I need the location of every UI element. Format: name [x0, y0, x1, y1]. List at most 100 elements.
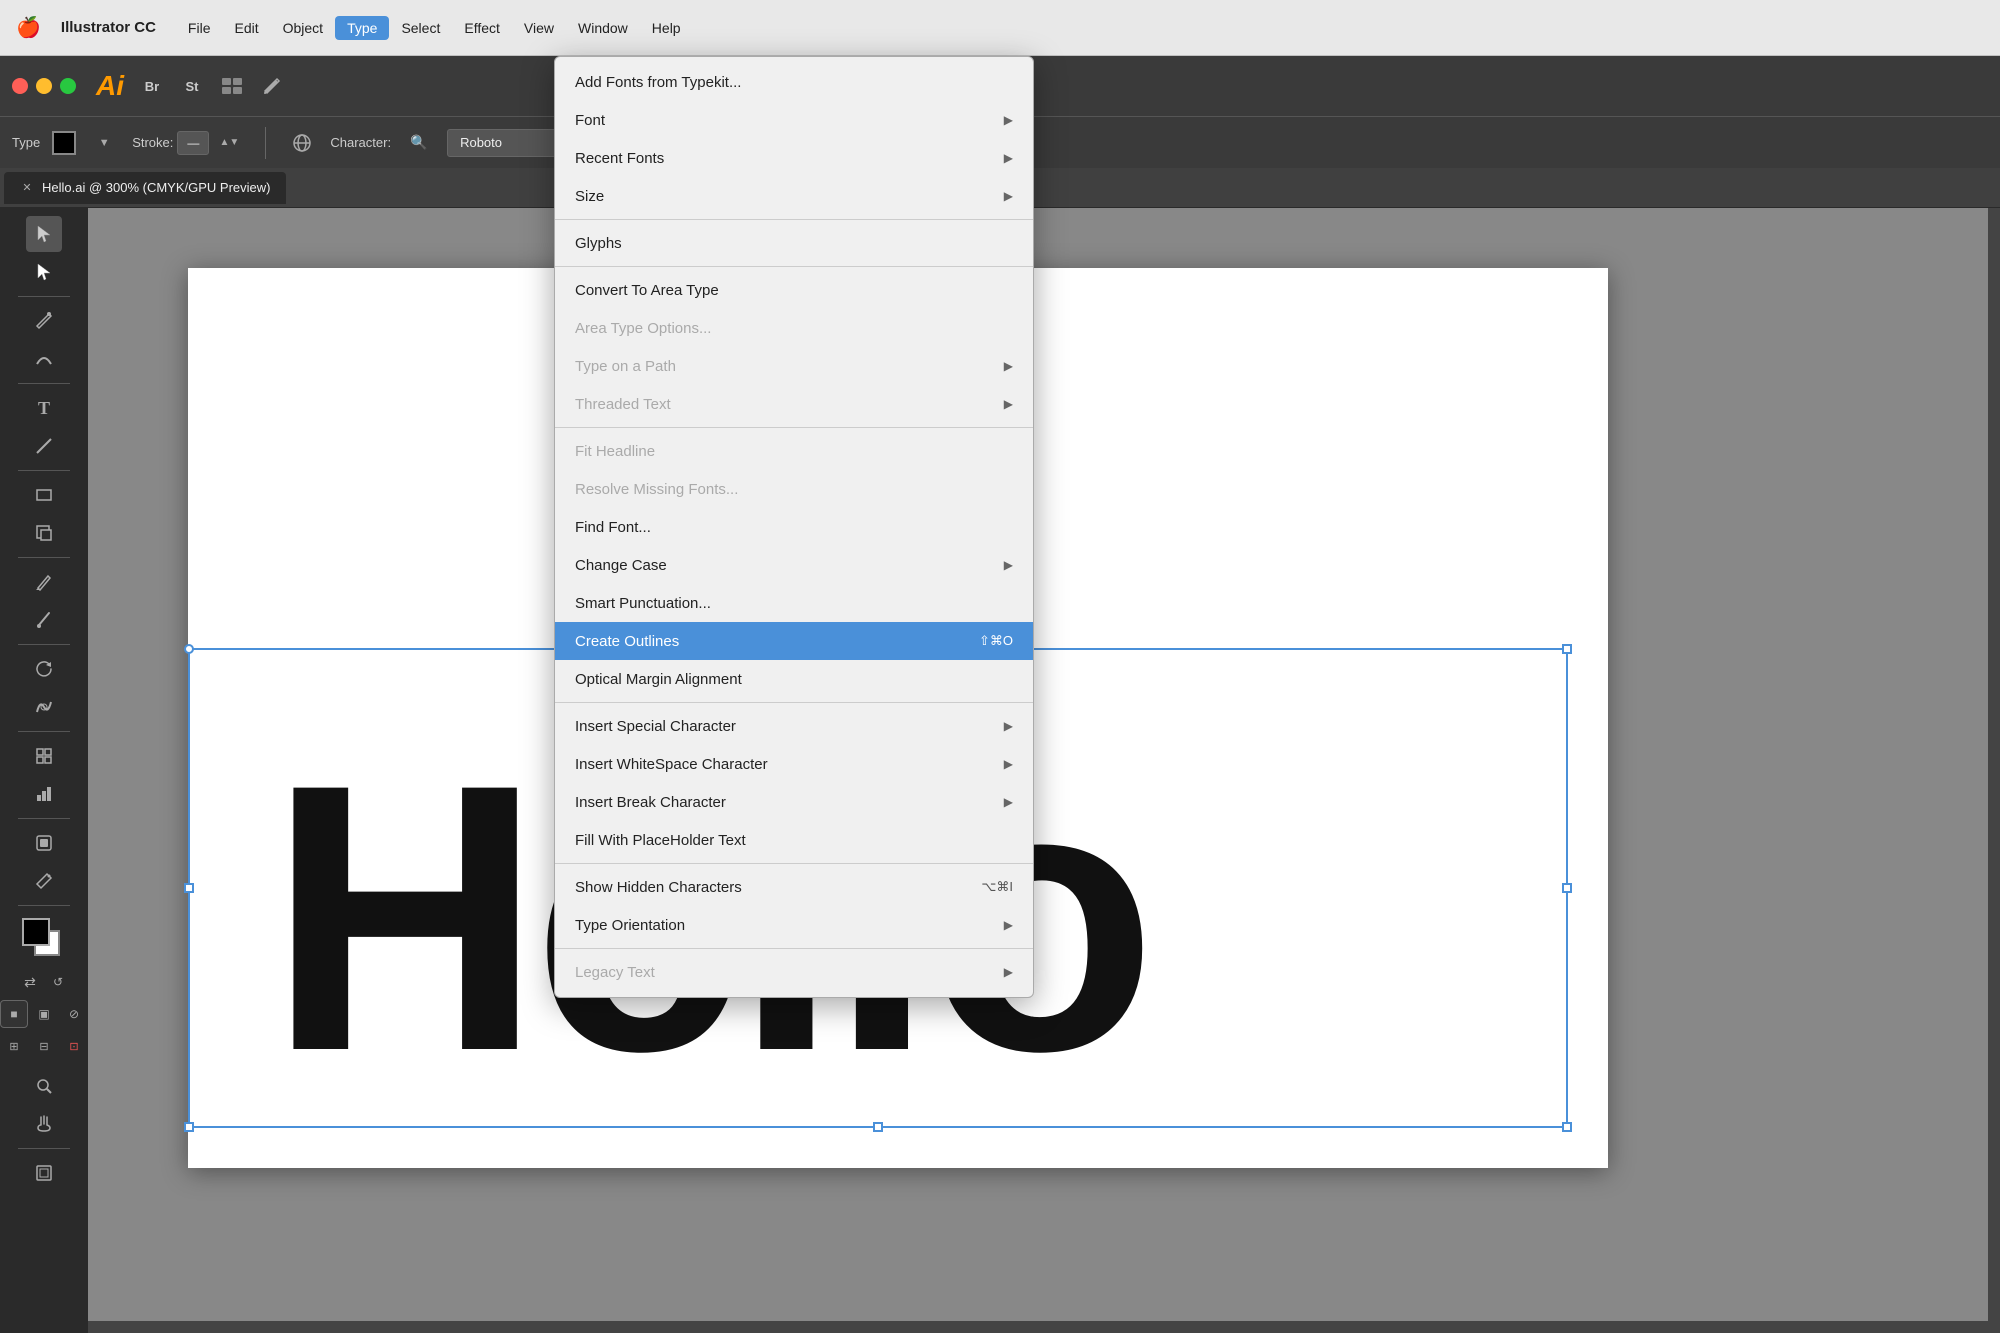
- bridge-button[interactable]: Br: [136, 70, 168, 102]
- artboards-button[interactable]: [26, 1155, 62, 1191]
- menu-item-convert-area[interactable]: Convert To Area Type: [555, 271, 1033, 309]
- maximize-button[interactable]: [60, 78, 76, 94]
- type-tool[interactable]: T: [26, 390, 62, 426]
- pencil-button[interactable]: [256, 70, 288, 102]
- menu-item-label-type-orientation: Type Orientation: [575, 917, 685, 934]
- menubar-file[interactable]: File: [176, 16, 223, 40]
- zoom-tool[interactable]: [26, 1068, 62, 1104]
- handle-bottom-left[interactable]: [184, 1122, 194, 1132]
- fill-options-button[interactable]: ▼: [88, 127, 120, 159]
- menu-item-fill-placeholder[interactable]: Fill With PlaceHolder Text: [555, 821, 1033, 859]
- horizontal-scrollbar[interactable]: [88, 1321, 1988, 1333]
- foreground-color-swatch[interactable]: [22, 918, 50, 946]
- pencil-tool[interactable]: [26, 564, 62, 600]
- brush-tool[interactable]: [26, 602, 62, 638]
- menu-arrow-insert-break: ▶: [1004, 795, 1013, 809]
- direct-select-tool[interactable]: [26, 254, 62, 290]
- menu-item-show-hidden[interactable]: Show Hidden Characters⌥⌘I: [555, 868, 1033, 906]
- reset-colors-button[interactable]: ↺: [46, 970, 70, 994]
- none-mode-button[interactable]: ⊘: [60, 1000, 88, 1028]
- menu-item-add-fonts[interactable]: Add Fonts from Typekit...: [555, 63, 1033, 101]
- menubar-effect[interactable]: Effect: [452, 16, 512, 40]
- menu-item-create-outlines[interactable]: Create Outlines⇧⌘O: [555, 622, 1033, 660]
- document-tab[interactable]: ✕ Hello.ai @ 300% (CMYK/GPU Preview): [4, 172, 286, 204]
- arrange-button[interactable]: [216, 70, 248, 102]
- stroke-up-button[interactable]: ▲▼: [213, 127, 245, 159]
- menu-item-insert-special[interactable]: Insert Special Character▶: [555, 707, 1033, 745]
- swap-colors-button[interactable]: ⇄: [18, 970, 42, 994]
- menu-item-font[interactable]: Font▶: [555, 101, 1033, 139]
- shape-tool-2[interactable]: [26, 515, 62, 551]
- color-tools: [18, 916, 70, 964]
- menu-item-glyphs[interactable]: Glyphs: [555, 224, 1033, 262]
- view-mode-1[interactable]: ⊞: [0, 1034, 28, 1058]
- handle-top-left[interactable]: [184, 644, 194, 654]
- handle-middle-right[interactable]: [1562, 883, 1572, 893]
- menu-item-recent-fonts[interactable]: Recent Fonts▶: [555, 139, 1033, 177]
- menu-separator: [555, 702, 1033, 703]
- search-icon-button[interactable]: 🔍: [403, 127, 435, 159]
- pen-tool[interactable]: [26, 303, 62, 339]
- menu-item-change-case[interactable]: Change Case▶: [555, 546, 1033, 584]
- grid-tool[interactable]: [26, 738, 62, 774]
- color-mode-buttons: ⇄ ↺: [18, 970, 70, 994]
- menu-item-type-orientation[interactable]: Type Orientation▶: [555, 906, 1033, 944]
- menubar-edit[interactable]: Edit: [222, 16, 270, 40]
- menu-item-insert-break[interactable]: Insert Break Character ▶: [555, 783, 1033, 821]
- hand-tool[interactable]: [26, 1106, 62, 1142]
- menu-item-optical-margin[interactable]: Optical Margin Alignment: [555, 660, 1033, 698]
- world-icon-button[interactable]: [286, 127, 318, 159]
- stock-button[interactable]: St: [176, 70, 208, 102]
- line-tool[interactable]: [26, 428, 62, 464]
- gradient-mode-button[interactable]: ▣: [30, 1000, 58, 1028]
- menu-arrow-type-on-path: ▶: [1004, 359, 1013, 373]
- tab-label: Hello.ai @ 300% (CMYK/GPU Preview): [42, 180, 270, 195]
- chart-tool[interactable]: [26, 776, 62, 812]
- menubar-view[interactable]: View: [512, 16, 566, 40]
- menubar-object[interactable]: Object: [271, 16, 335, 40]
- canvas-area[interactable]: Hello: [88, 208, 2000, 1333]
- tool-separator-8: [18, 905, 71, 906]
- menu-item-type-on-path: Type on a Path▶: [555, 347, 1033, 385]
- curvature-tool[interactable]: [26, 341, 62, 377]
- traffic-lights: [12, 78, 76, 94]
- handle-middle-left[interactable]: [184, 883, 194, 893]
- menu-item-resolve-missing: Resolve Missing Fonts...: [555, 470, 1033, 508]
- view-mode-2[interactable]: ⊟: [30, 1034, 58, 1058]
- minimize-button[interactable]: [36, 78, 52, 94]
- menu-item-threaded-text: Threaded Text▶: [555, 385, 1033, 423]
- menu-item-label-change-case: Change Case: [575, 557, 667, 574]
- menubar-help[interactable]: Help: [640, 16, 693, 40]
- tab-close-button[interactable]: ✕: [20, 181, 34, 195]
- warp-tool[interactable]: [26, 689, 62, 725]
- stroke-control: Stroke: — ▲▼: [132, 127, 245, 159]
- normal-mode-button[interactable]: ■: [0, 1000, 28, 1028]
- menu-arrow-recent-fonts: ▶: [1004, 151, 1013, 165]
- menubar-select[interactable]: Select: [389, 16, 452, 40]
- menu-item-insert-whitespace[interactable]: Insert WhiteSpace Character▶: [555, 745, 1033, 783]
- handle-bottom-right[interactable]: [1562, 1122, 1572, 1132]
- tool-separator-1: [18, 296, 71, 297]
- menu-item-label-threaded-text: Threaded Text: [575, 396, 671, 413]
- collapse-panel-arrow[interactable]: ◀: [89, 771, 98, 785]
- eyedropper-tool-2[interactable]: [26, 863, 62, 899]
- rotate-tool[interactable]: [26, 651, 62, 687]
- view-mode-buttons: ⊞ ⊟ ⊡: [0, 1034, 88, 1058]
- menu-item-size[interactable]: Size▶: [555, 177, 1033, 215]
- menubar-type[interactable]: Type: [335, 16, 389, 40]
- rectangle-tool[interactable]: [26, 477, 62, 513]
- fill-color-swatch[interactable]: [52, 131, 76, 155]
- menu-item-smart-punctuation[interactable]: Smart Punctuation...: [555, 584, 1033, 622]
- vertical-scrollbar[interactable]: [1988, 208, 2000, 1333]
- menubar-window[interactable]: Window: [566, 16, 640, 40]
- select-tool[interactable]: [26, 216, 62, 252]
- view-mode-3[interactable]: ⊡: [60, 1034, 88, 1058]
- apple-menu[interactable]: 🍎: [16, 15, 41, 40]
- symbol-tool[interactable]: [26, 825, 62, 861]
- handle-top-right[interactable]: [1562, 644, 1572, 654]
- menu-item-find-font[interactable]: Find Font...: [555, 508, 1033, 546]
- close-button[interactable]: [12, 78, 28, 94]
- menu-item-label-legacy-text: Legacy Text: [575, 964, 655, 981]
- menu-item-label-insert-break: Insert Break Character: [575, 794, 726, 811]
- tool-separator-bottom: [18, 1148, 71, 1149]
